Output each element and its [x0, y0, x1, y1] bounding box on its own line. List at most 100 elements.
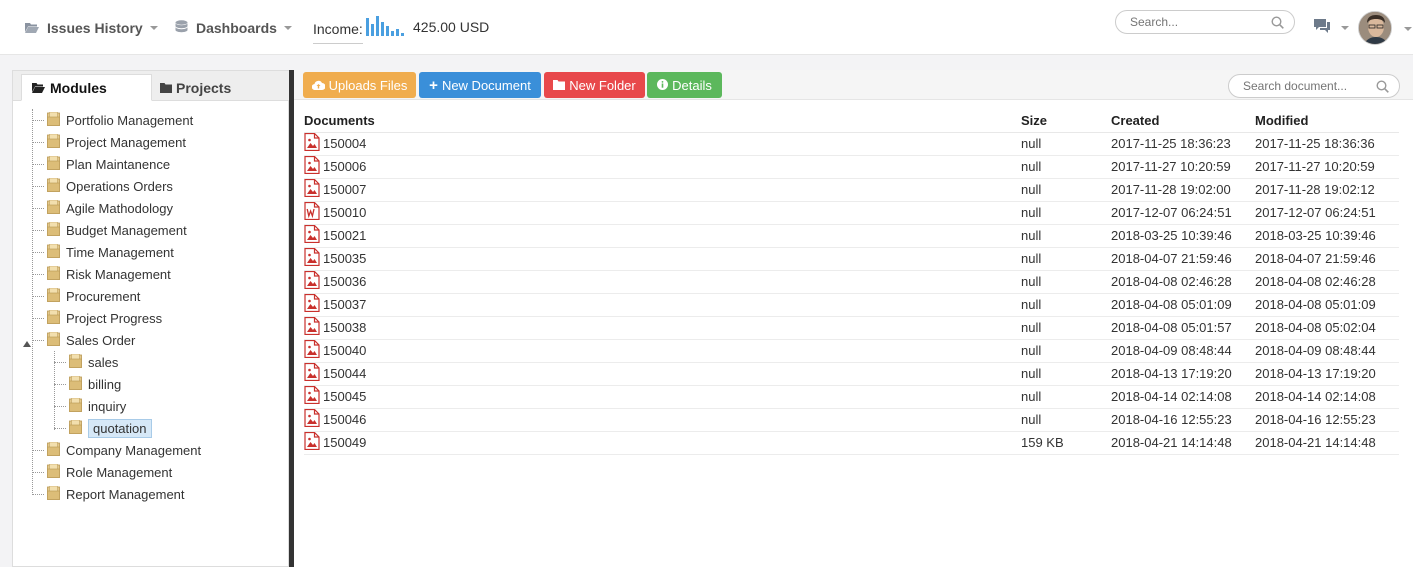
tree-item[interactable]: Project Progress	[47, 307, 162, 329]
document-size: null	[1021, 132, 1111, 156]
tree-item-label: Time Management	[66, 244, 174, 260]
table-row[interactable]: 150004 null 2017-11-25 18:36:23 2017-11-25 …	[304, 132, 1399, 156]
tree-item-label: Project Progress	[66, 310, 163, 326]
document-created: 2018-04-14 02:14:08	[1111, 385, 1255, 409]
table-row[interactable]: 150049 159 KB 2018-04-21 14:14:48 2018-04-2…	[304, 431, 1399, 455]
file-image-icon	[304, 385, 320, 407]
modules-panel: Modules Projects Portfolio Management Pro…	[12, 70, 290, 567]
document-cell[interactable]: 150037	[304, 293, 1021, 317]
dashboards-menu[interactable]: Dashboards	[175, 0, 292, 55]
tree-item[interactable]: Portfolio Management	[47, 109, 193, 131]
document-cell[interactable]: 150038	[304, 316, 1021, 340]
tree-item[interactable]: Role Management	[47, 461, 172, 483]
tree-item[interactable]: billing	[69, 373, 121, 395]
column-header-modified[interactable]: Modified	[1255, 110, 1399, 133]
document-size: null	[1021, 385, 1111, 409]
table-row[interactable]: 150038 null 2018-04-08 05:01:57 2018-04-08 …	[304, 316, 1399, 340]
new-folder-button[interactable]: New Folder	[544, 72, 645, 98]
document-cell[interactable]: 150006	[304, 155, 1021, 179]
document-cell[interactable]: 150036	[304, 270, 1021, 294]
details-button[interactable]: Details	[647, 72, 722, 98]
document-created: 2018-04-08 05:01:09	[1111, 293, 1255, 317]
folder-icon	[553, 78, 566, 93]
document-created: 2017-11-25 18:36:23	[1111, 132, 1255, 156]
chevron-down-icon[interactable]	[1404, 27, 1412, 31]
tree-item[interactable]: quotation	[69, 417, 152, 439]
document-size: null	[1021, 316, 1111, 340]
tree-item[interactable]: Company Management	[47, 439, 201, 461]
collapse-toggle-icon[interactable]	[23, 335, 31, 350]
comments-icon	[1313, 18, 1331, 37]
tree-connector	[54, 384, 66, 385]
document-cell[interactable]: 150010	[304, 201, 1021, 225]
tree-item[interactable]: Agile Mathodology	[47, 197, 173, 219]
document-name: 150046	[323, 412, 367, 427]
panel-tabs: Modules Projects	[13, 71, 290, 101]
document-cell[interactable]: 150007	[304, 178, 1021, 202]
table-row[interactable]: 150037 null 2018-04-08 05:01:09 2018-04-08 …	[304, 293, 1399, 317]
global-search[interactable]	[1115, 10, 1295, 34]
document-cell[interactable]: 150004	[304, 132, 1021, 156]
tree-connector	[32, 208, 44, 209]
document-cell[interactable]: 150040	[304, 339, 1021, 363]
document-created: 2018-04-13 17:19:20	[1111, 362, 1255, 386]
column-header-created[interactable]: Created	[1111, 110, 1255, 133]
avatar[interactable]	[1358, 11, 1392, 45]
tree-item[interactable]: Report Management	[47, 483, 185, 505]
document-name: 150010	[323, 205, 367, 220]
table-row[interactable]: 150044 null 2018-04-13 17:19:20 2018-04-13 …	[304, 362, 1399, 386]
table-row[interactable]: 150040 null 2018-04-09 08:48:44 2018-04-09 …	[304, 339, 1399, 363]
file-image-icon	[304, 224, 320, 246]
chevron-down-icon	[1341, 25, 1349, 30]
top-navbar: Issues History Dashboards Income: 425.00…	[0, 0, 1413, 55]
global-search-input[interactable]	[1116, 11, 1266, 33]
table-row[interactable]: 150021 null 2018-03-25 10:39:46 2018-03-25 …	[304, 224, 1399, 248]
new-document-button[interactable]: + New Document	[419, 72, 541, 98]
document-modified: 2018-04-16 12:55:23	[1255, 408, 1399, 432]
tree-connector	[54, 362, 66, 363]
upload-files-button[interactable]: Uploads Files	[303, 72, 416, 98]
issues-history-menu[interactable]: Issues History	[25, 0, 158, 55]
document-search[interactable]	[1228, 74, 1400, 98]
folder-icon	[69, 353, 82, 371]
tree-item[interactable]: Procurement	[47, 285, 140, 307]
database-icon	[175, 19, 188, 36]
document-size: null	[1021, 224, 1111, 248]
document-cell[interactable]: 150049	[304, 431, 1021, 455]
document-cell[interactable]: 150035	[304, 247, 1021, 271]
table-row[interactable]: 150036 null 2018-04-08 02:46:28 2018-04-08 …	[304, 270, 1399, 294]
search-icon[interactable]	[1376, 80, 1389, 96]
document-cell[interactable]: 150044	[304, 362, 1021, 386]
document-size: null	[1021, 293, 1111, 317]
tree-item[interactable]: Project Management	[47, 131, 186, 153]
document-cell[interactable]: 150045	[304, 385, 1021, 409]
table-row[interactable]: 150007 null 2017-11-28 19:02:00 2017-11-28 …	[304, 178, 1399, 202]
income-widget: Income:	[313, 14, 363, 44]
tree-item[interactable]: Operations Orders	[47, 175, 173, 197]
tree-item[interactable]: Time Management	[47, 241, 174, 263]
search-icon[interactable]	[1271, 16, 1284, 32]
tree-item[interactable]: Sales Order	[23, 329, 135, 351]
document-cell[interactable]: 150046	[304, 408, 1021, 432]
column-header-documents[interactable]: Documents	[304, 110, 1021, 133]
document-name: 150045	[323, 389, 367, 404]
folder-icon	[47, 265, 60, 283]
tree-item[interactable]: Budget Management	[47, 219, 187, 241]
table-row[interactable]: 150035 null 2018-04-07 21:59:46 2018-04-07 …	[304, 247, 1399, 271]
tab-projects[interactable]: Projects	[150, 74, 280, 101]
tree-item[interactable]: sales	[69, 351, 118, 373]
document-cell[interactable]: 150021	[304, 224, 1021, 248]
table-row[interactable]: 150045 null 2018-04-14 02:14:08 2018-04-14 …	[304, 385, 1399, 409]
document-modified: 2018-04-13 17:19:20	[1255, 362, 1399, 386]
messages-menu[interactable]	[1313, 18, 1349, 37]
table-row[interactable]: 150046 null 2018-04-16 12:55:23 2018-04-16 …	[304, 408, 1399, 432]
tree-item[interactable]: Risk Management	[47, 263, 171, 285]
document-name: 150038	[323, 320, 367, 335]
table-row[interactable]: 150006 null 2017-11-27 10:20:59 2017-11-27 …	[304, 155, 1399, 179]
table-row[interactable]: 150010 null 2017-12-07 06:24:51 2017-12-07 …	[304, 201, 1399, 225]
column-header-size[interactable]: Size	[1021, 110, 1111, 133]
tab-modules[interactable]: Modules	[21, 74, 152, 101]
tree-item[interactable]: inquiry	[69, 395, 126, 417]
tree-item[interactable]: Plan Maintanence	[47, 153, 170, 175]
document-search-input[interactable]	[1229, 75, 1369, 97]
